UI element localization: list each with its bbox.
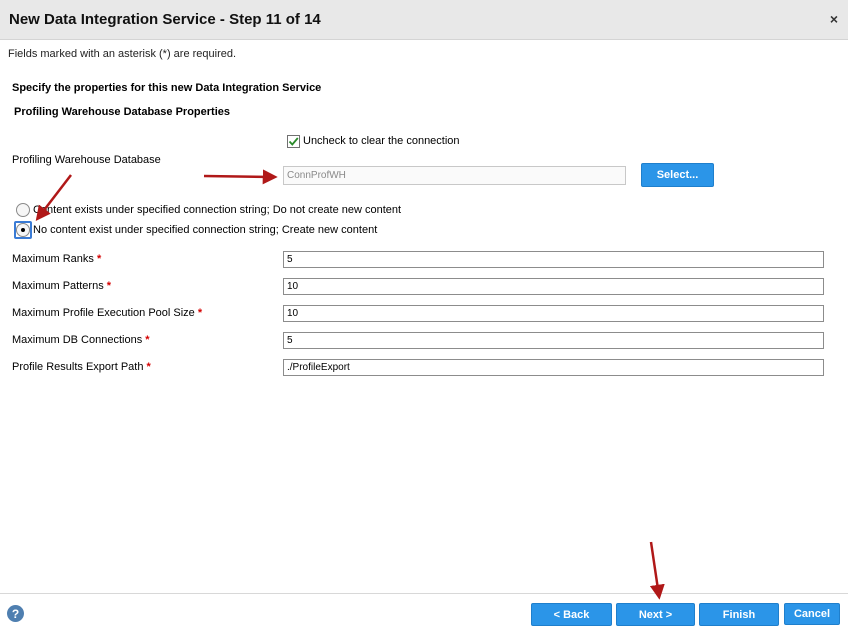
clear-connection-label: Uncheck to clear the connection [303,135,460,147]
execution-pool-size-input[interactable] [283,305,824,322]
create-new-content-label: No content exist under specified connect… [33,224,378,236]
required-note: Fields marked with an asterisk (*) are r… [8,48,237,60]
cancel-button[interactable]: Cancel [784,603,840,625]
content-exists-option[interactable]: Content exists under specified connectio… [16,202,401,218]
required-asterisk: * [145,334,150,346]
maximum-patterns-label: Maximum Patterns * [12,280,112,292]
export-path-label: Profile Results Export Path * [12,361,151,373]
help-icon[interactable]: ? [7,605,24,622]
export-path-input[interactable] [283,359,824,376]
required-asterisk: * [197,307,203,319]
max-db-connections-label: Maximum DB Connections * [12,334,150,346]
subsection-heading: Profiling Warehouse Database Properties [14,106,230,118]
clear-connection-row: Uncheck to clear the connection [287,134,460,148]
create-new-content-radio[interactable] [16,223,30,237]
footer-divider [0,593,848,594]
finish-button[interactable]: Finish [699,603,779,626]
dialog-titlebar: New Data Integration Service - Step 11 o… [0,0,848,40]
back-button[interactable]: < Back [531,603,612,626]
radio-focus-ring [14,221,32,239]
create-new-content-option[interactable]: No content exist under specified connect… [14,221,378,239]
arrow-to-next-button [649,541,665,600]
checkmark-icon [288,136,299,146]
dialog-title: New Data Integration Service - Step 11 o… [9,11,321,28]
required-asterisk: * [106,280,112,292]
select-connection-button[interactable]: Select... [641,163,714,187]
execution-pool-size-label: Maximum Profile Execution Pool Size * [12,307,203,319]
content-exists-label: Content exists under specified connectio… [33,204,402,216]
max-db-connections-input[interactable] [283,332,824,349]
profiling-warehouse-db-input[interactable] [283,166,626,185]
required-asterisk: * [146,361,151,373]
maximum-ranks-input[interactable] [283,251,824,268]
maximum-ranks-label: Maximum Ranks * [12,253,102,265]
content-exists-radio[interactable] [16,203,30,217]
section-heading: Specify the properties for this new Data… [12,82,322,94]
maximum-patterns-input[interactable] [283,278,824,295]
next-button[interactable]: Next > [616,603,695,626]
required-asterisk: * [96,253,102,265]
arrow-to-connection-input [203,169,278,185]
clear-connection-checkbox[interactable] [287,134,300,148]
close-icon[interactable]: × [830,11,838,27]
profiling-warehouse-db-label: Profiling Warehouse Database [12,154,161,166]
